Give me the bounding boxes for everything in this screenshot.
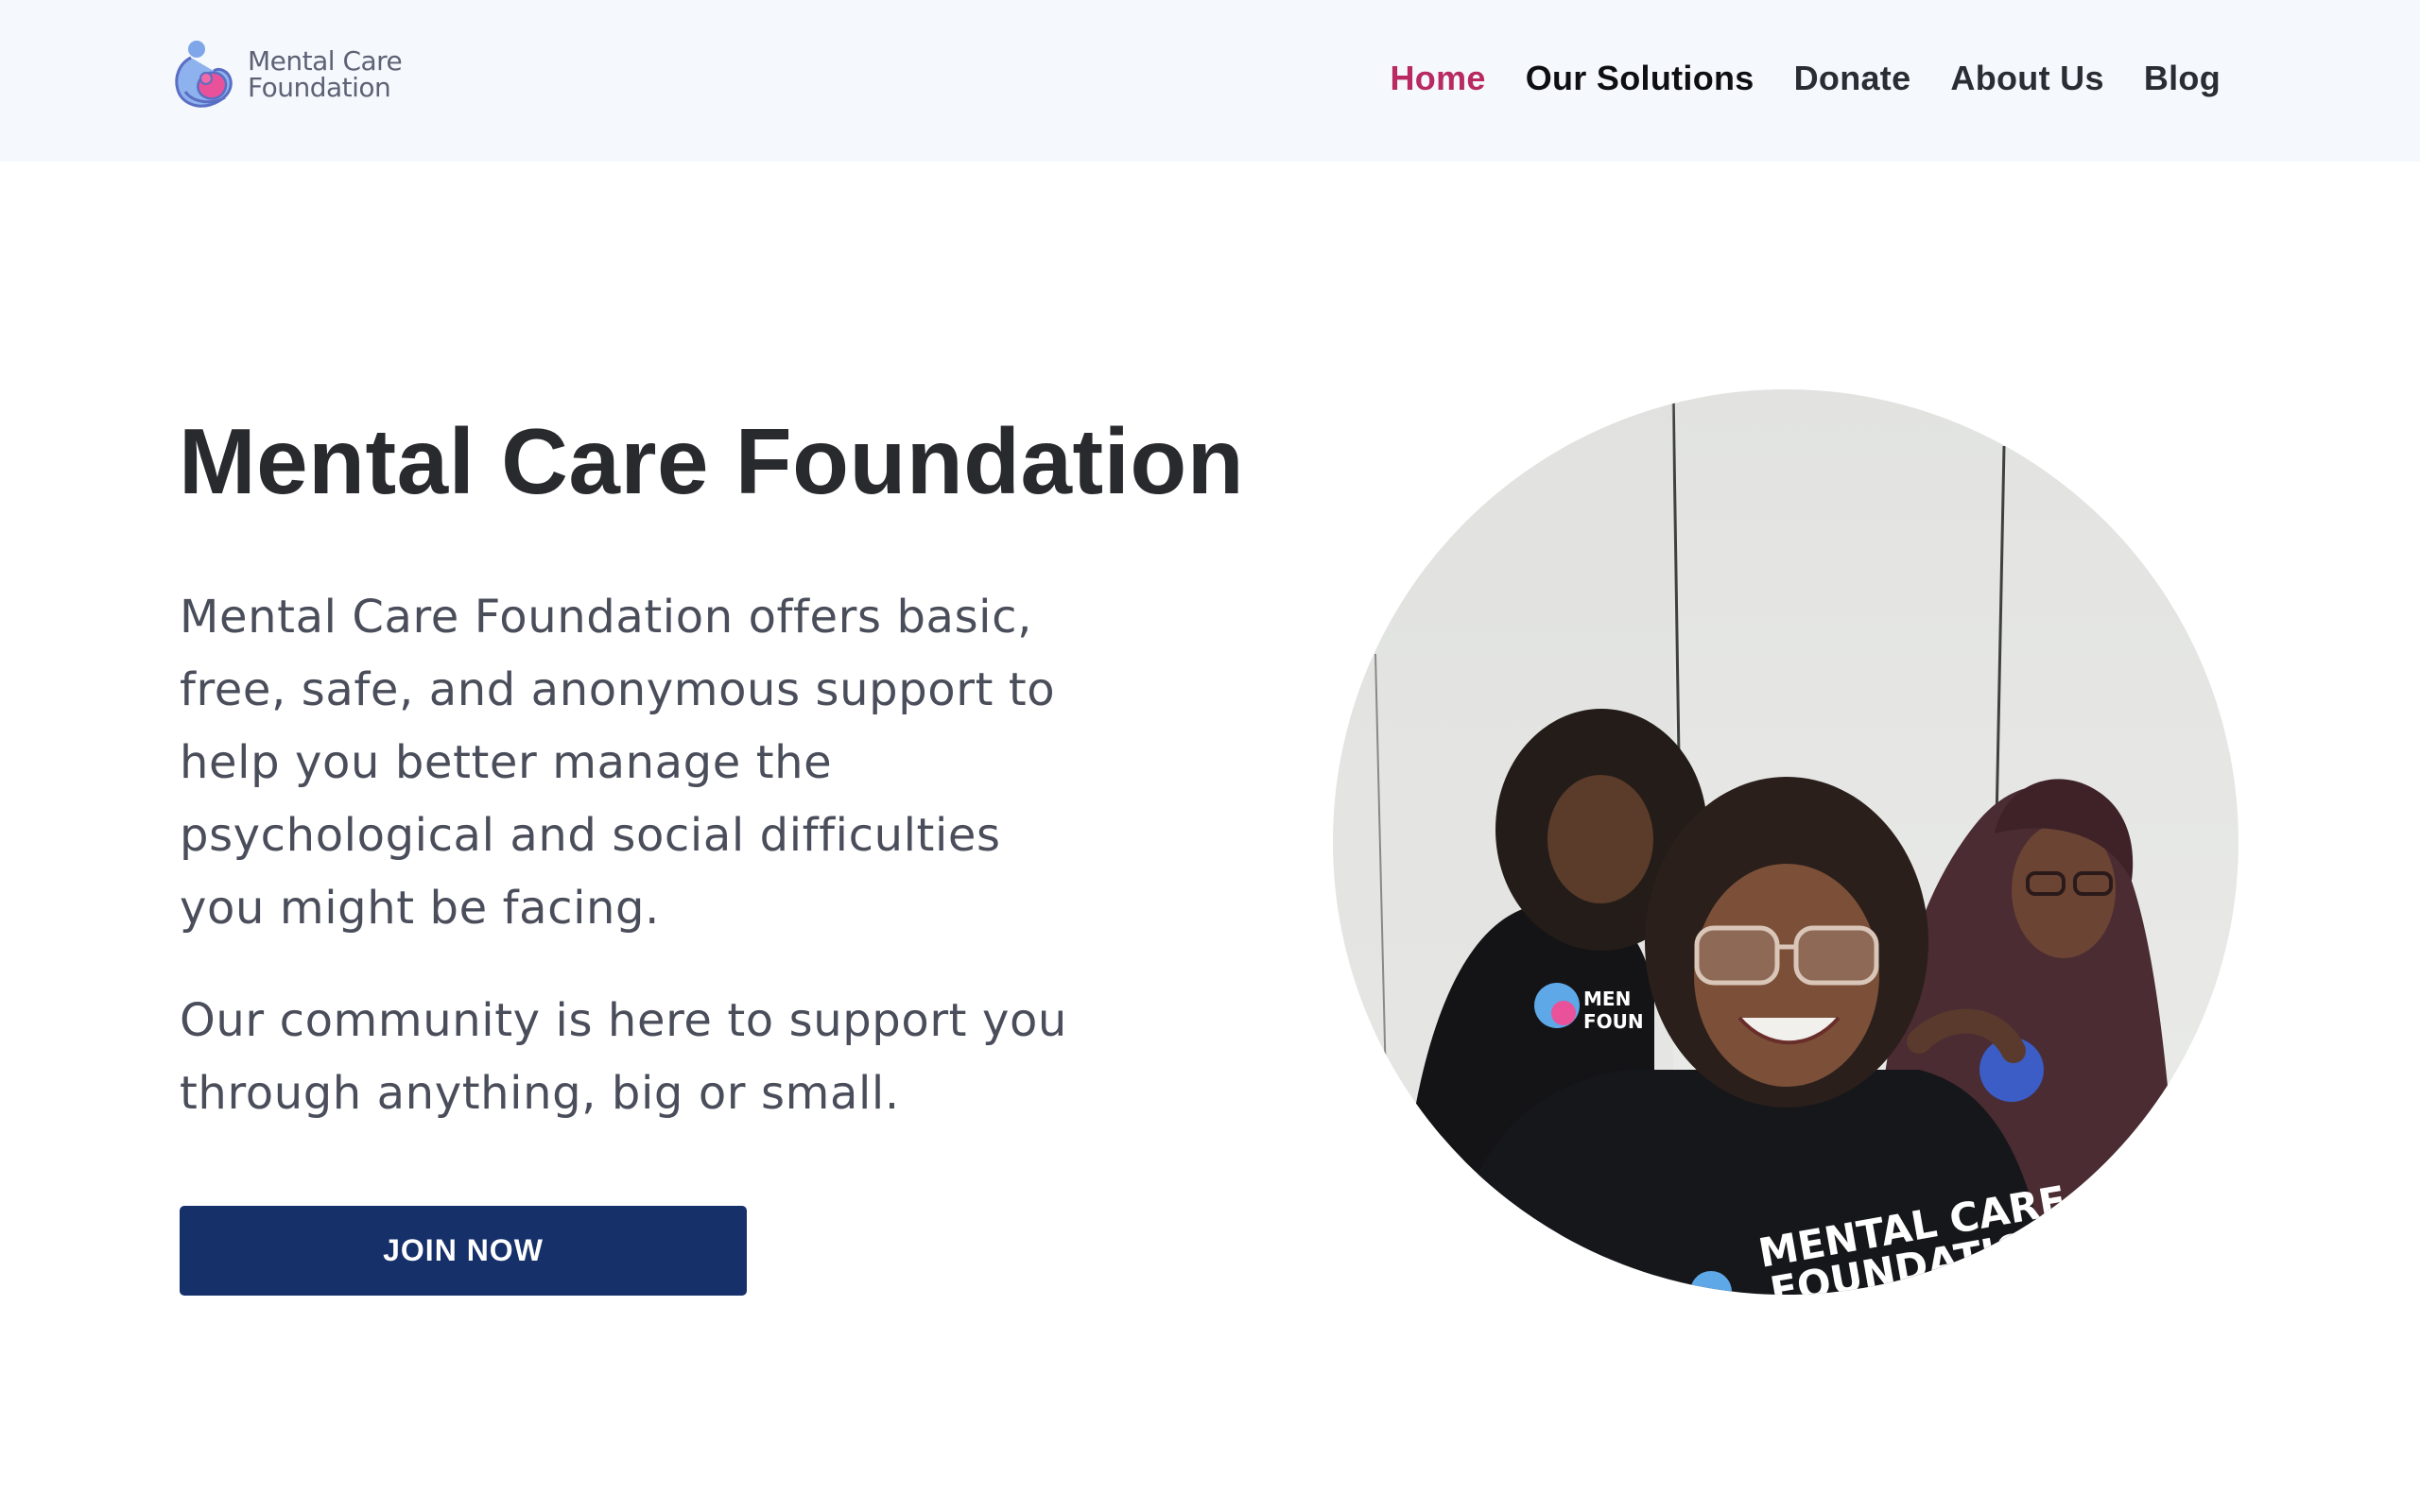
hero-title: Mental Care Foundation xyxy=(179,409,1245,513)
hero-community-text: Our community is here to support you thr… xyxy=(180,985,1125,1130)
join-now-button[interactable]: JOIN NOW xyxy=(180,1206,747,1296)
hero-photo: MEN FOUN MENTAL CARE FOUNDATION xyxy=(1333,389,2238,1295)
hero-description: Mental Care Foundation offers basic, fre… xyxy=(180,581,1125,945)
svg-text:MEN: MEN xyxy=(1583,988,1631,1010)
main-nav: Home Our Solutions Donate About Us Blog xyxy=(1350,59,2221,98)
nav-our-solutions[interactable]: Our Solutions xyxy=(1526,59,1754,98)
hero-community-line: Our community is here to support you xyxy=(180,994,1067,1047)
nav-home[interactable]: Home xyxy=(1390,59,1485,98)
team-photo-illustration: MEN FOUN MENTAL CARE FOUNDATION xyxy=(1333,389,2238,1295)
svg-text:FOUN: FOUN xyxy=(1583,1010,1644,1033)
brand-logo[interactable]: Mental Care Foundation xyxy=(172,38,403,112)
hero-description-line: Mental Care Foundation offers basic, xyxy=(180,591,1032,644)
brand-name-line1: Mental Care xyxy=(248,45,403,77)
brand-name-line2: Foundation xyxy=(248,72,391,103)
nav-donate[interactable]: Donate xyxy=(1794,59,1911,98)
hero-community-line: through anything, big or small. xyxy=(180,1067,900,1120)
hero-description-line: you might be facing. xyxy=(180,882,660,935)
hero-description-line: psychological and social difficulties xyxy=(180,809,1001,862)
nav-blog[interactable]: Blog xyxy=(2144,59,2221,98)
brand-name: Mental Care Foundation xyxy=(248,45,403,103)
hero-description-line: help you better manage the xyxy=(180,736,833,789)
nav-about-us[interactable]: About Us xyxy=(1950,59,2103,98)
site-header: Mental Care Foundation Home Our Solution… xyxy=(0,0,2420,162)
hero-description-line: free, safe, and anonymous support to xyxy=(180,663,1056,716)
mother-child-icon xyxy=(175,41,233,108)
